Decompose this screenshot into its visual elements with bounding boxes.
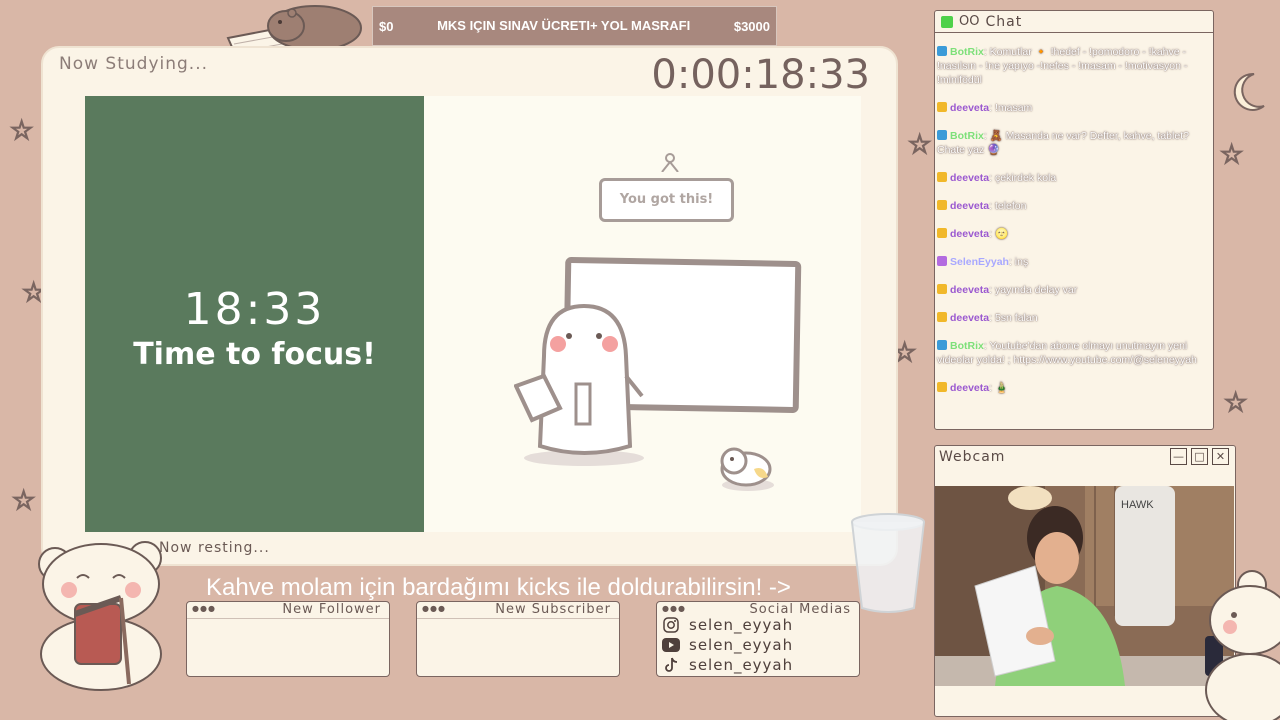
chat-window: OO Chat BotRix: Komutlar 🔸 !hedef - !pom… bbox=[934, 10, 1214, 430]
user-badge-icon bbox=[937, 256, 947, 266]
star-decoration: ☆ bbox=[1223, 388, 1248, 418]
chat-message: BotRix: Youtube'dan abone olmayı unutmay… bbox=[937, 339, 1211, 367]
chat-username[interactable]: deeveta bbox=[950, 312, 989, 324]
chat-title: Chat bbox=[985, 13, 1023, 30]
social-youtube[interactable]: selen_eyyah bbox=[661, 636, 793, 654]
user-badge-icon bbox=[937, 312, 947, 322]
youtube-icon bbox=[661, 636, 681, 654]
ticker-message: Kahve molam için bardağımı kicks ile dol… bbox=[206, 574, 791, 601]
new-subscriber-title: New Subscriber bbox=[495, 602, 611, 617]
tiktok-icon bbox=[661, 656, 681, 674]
chat-username[interactable]: deeveta bbox=[950, 172, 989, 184]
instagram-handle: selen_eyyah bbox=[689, 616, 794, 634]
focus-panel: 18:33 Time to focus! bbox=[85, 96, 424, 532]
chat-text: : inş bbox=[1008, 256, 1029, 268]
ghost-teacher-illustration bbox=[514, 303, 644, 466]
minimize-button[interactable]: — bbox=[1170, 448, 1187, 465]
duck-illustration bbox=[720, 447, 774, 491]
chat-username[interactable]: BotRix bbox=[950, 340, 984, 352]
moon-icon bbox=[1233, 72, 1265, 111]
user-badge-icon bbox=[937, 284, 947, 294]
chat-message-list[interactable]: BotRix: Komutlar 🔸 !hedef - !pomodoro - … bbox=[937, 45, 1211, 409]
goal-end-amount: $3000 bbox=[733, 18, 770, 34]
social-medias-box: ●●● Social Medias selen_eyyah selen_eyya… bbox=[656, 601, 860, 677]
window-dots-icon: ●●● bbox=[192, 604, 216, 613]
you-got-this-sign: You got this! bbox=[599, 178, 734, 222]
chat-text: : 5sn falan bbox=[989, 312, 1038, 324]
star-decoration: ☆ bbox=[907, 130, 932, 160]
chat-message: deeveta: yayında delay var bbox=[937, 283, 1211, 297]
user-badge-icon bbox=[937, 382, 947, 392]
chat-message: BotRix: 🧸 Masanda ne var? Defter, kahve,… bbox=[937, 129, 1211, 157]
social-tiktok[interactable]: selen_eyyah bbox=[661, 656, 793, 674]
chat-text: : !masam bbox=[989, 102, 1033, 114]
chat-text: : telefon bbox=[989, 200, 1027, 212]
close-button[interactable]: ✕ bbox=[1212, 448, 1229, 465]
focus-message: Time to focus! bbox=[133, 337, 376, 372]
window-dots-icon: ●●● bbox=[662, 604, 686, 613]
bear-sticker-right bbox=[1205, 570, 1280, 720]
new-follower-box: ●●● New Follower bbox=[186, 601, 390, 677]
live-indicator-icon bbox=[941, 15, 953, 28]
user-badge-icon bbox=[937, 46, 947, 56]
chat-username[interactable]: SelenEyyah bbox=[950, 256, 1009, 268]
chat-username[interactable]: deeveta bbox=[950, 200, 989, 212]
star-decoration: ☆ bbox=[11, 486, 36, 516]
user-badge-icon bbox=[937, 200, 947, 210]
chat-message: deeveta: telefon bbox=[937, 199, 1211, 213]
study-clock: 0:00:18:33 bbox=[651, 52, 870, 98]
window-eyes-icon: OO bbox=[959, 14, 980, 29]
chat-message: deeveta: !masam bbox=[937, 101, 1211, 115]
chat-message: deeveta: çekirdek kola bbox=[937, 171, 1211, 185]
chat-username[interactable]: BotRix bbox=[950, 130, 984, 142]
tiktok-handle: selen_eyyah bbox=[689, 656, 794, 674]
goal-title: MKS IÇIN SINAV ÜCRETI+ YOL MASRAFI bbox=[437, 18, 691, 33]
goal-start-amount: $0 bbox=[379, 18, 394, 34]
chat-message: BotRix: Komutlar 🔸 !hedef - !pomodoro - … bbox=[937, 45, 1211, 87]
instagram-icon bbox=[661, 616, 681, 634]
chat-text: : çekirdek kola bbox=[989, 172, 1057, 184]
now-studying-label: Now Studying... bbox=[59, 54, 209, 74]
chat-username[interactable]: deeveta bbox=[950, 284, 989, 296]
maximize-button[interactable]: □ bbox=[1191, 448, 1208, 465]
study-window: Now Studying... 0:00:18:33 18:33 Time to… bbox=[41, 46, 898, 566]
chat-username[interactable]: deeveta bbox=[950, 228, 989, 240]
social-medias-title: Social Medias bbox=[749, 602, 851, 617]
star-decoration: ☆ bbox=[1219, 140, 1244, 170]
chat-text: : 🎍 bbox=[989, 382, 1009, 394]
chat-text: : 🌝 bbox=[989, 228, 1009, 240]
user-badge-icon bbox=[937, 102, 947, 112]
social-instagram[interactable]: selen_eyyah bbox=[661, 616, 793, 634]
illustration-panel: You got this! bbox=[424, 96, 861, 532]
chat-message: SelenEyyah: inş bbox=[937, 255, 1211, 269]
chat-username[interactable]: deeveta bbox=[950, 382, 989, 394]
chair-brand-label: HAWK bbox=[1121, 499, 1154, 511]
now-resting-label: Now resting... bbox=[159, 540, 270, 556]
user-badge-icon bbox=[937, 172, 947, 182]
new-follower-title: New Follower bbox=[282, 602, 381, 617]
new-subscriber-box: ●●● New Subscriber bbox=[416, 601, 620, 677]
user-badge-icon bbox=[937, 228, 947, 238]
focus-timer: 18:33 bbox=[183, 284, 326, 335]
chat-message: deeveta: 5sn falan bbox=[937, 311, 1211, 325]
chat-username[interactable]: BotRix bbox=[950, 46, 984, 58]
user-badge-icon bbox=[937, 130, 947, 140]
sign-hook-icon bbox=[661, 153, 679, 172]
chat-username[interactable]: deeveta bbox=[950, 102, 989, 114]
chat-message: deeveta: 🌝 bbox=[937, 227, 1211, 241]
donation-goal-bar: $0 MKS IÇIN SINAV ÜCRETI+ YOL MASRAFI $3… bbox=[372, 6, 777, 46]
star-decoration: ☆ bbox=[9, 116, 34, 146]
chat-message: deeveta: 🎍 bbox=[937, 381, 1211, 395]
chat-header: OO Chat bbox=[935, 11, 1213, 33]
window-dots-icon: ●●● bbox=[422, 604, 446, 613]
youtube-handle: selen_eyyah bbox=[689, 636, 794, 654]
chat-text: : yayında delay var bbox=[989, 284, 1078, 296]
user-badge-icon bbox=[937, 340, 947, 350]
coffee-cup-decoration bbox=[851, 513, 925, 613]
bear-sticker bbox=[38, 541, 162, 691]
